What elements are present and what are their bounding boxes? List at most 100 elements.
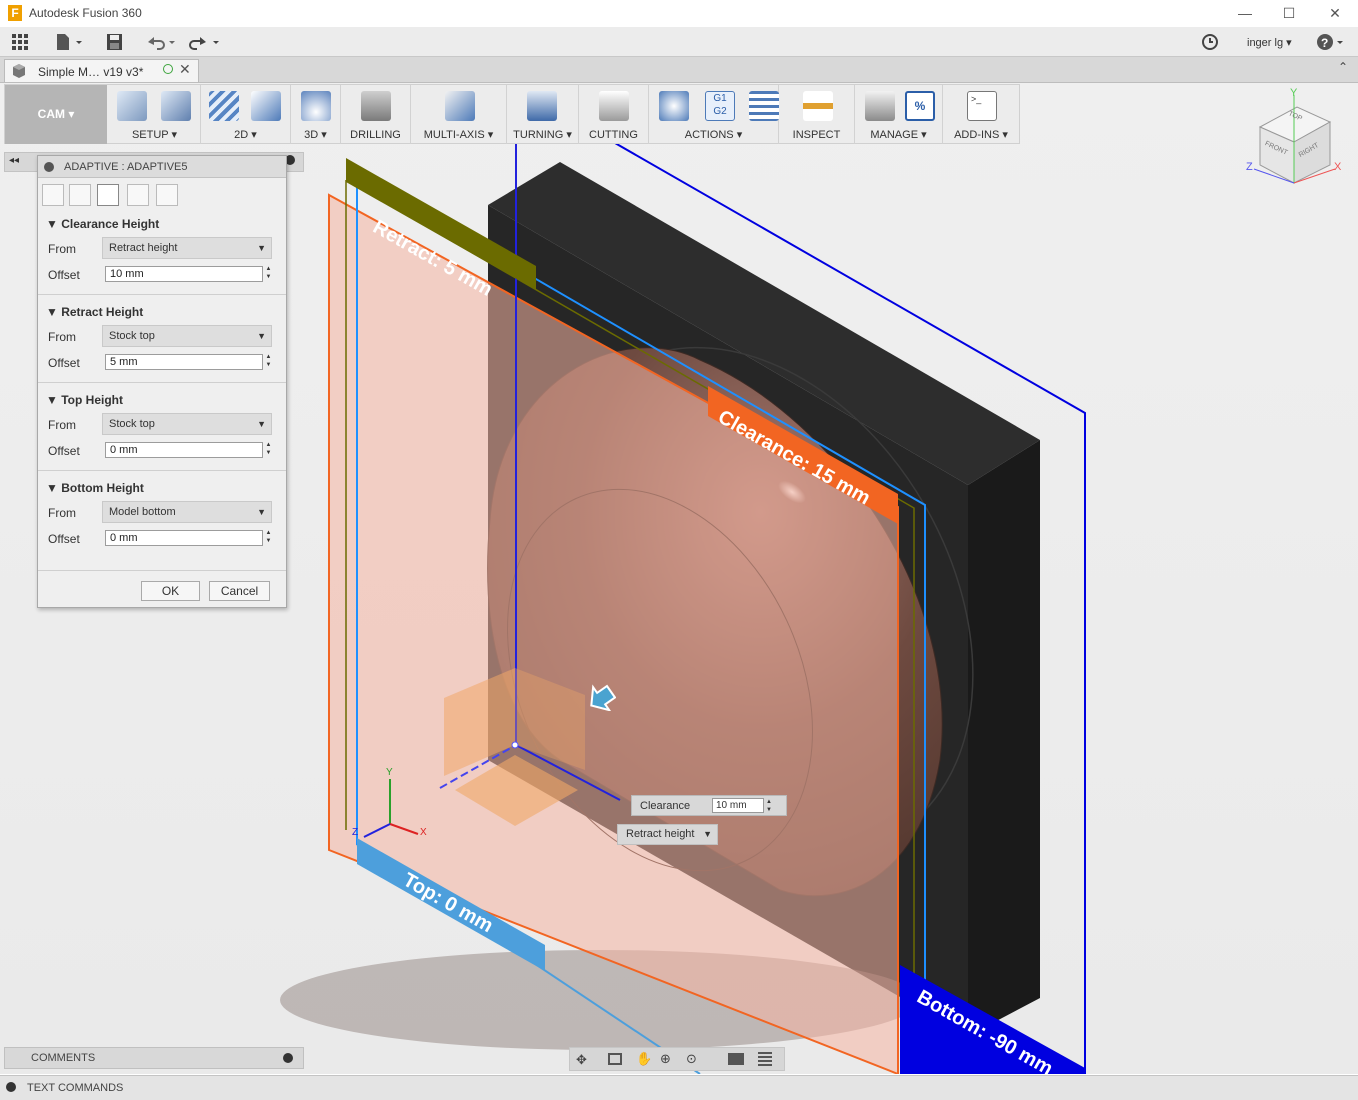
clearance-offset-input[interactable]: 10 mm bbox=[105, 266, 263, 282]
measure-icon[interactable] bbox=[803, 91, 833, 121]
top-offset-spinner[interactable]: ▲ ▼ bbox=[264, 441, 273, 459]
viewcube[interactable]: TOP FRONT RIGHT Y X Z bbox=[1242, 87, 1346, 191]
cutting-label[interactable]: CUTTING bbox=[579, 129, 648, 141]
pan-hand-icon[interactable]: ✋ bbox=[636, 1051, 652, 1067]
add-ins-label[interactable]: ADD-INS ▾ bbox=[943, 128, 1019, 141]
dialog-collapse-icon[interactable] bbox=[44, 162, 54, 172]
tab-geometry[interactable] bbox=[69, 184, 91, 206]
text-commands-bar[interactable]: TEXT COMMANDS bbox=[0, 1075, 1358, 1100]
3d-label[interactable]: 3D ▾ bbox=[291, 128, 340, 141]
workspace-switcher-button[interactable]: CAM ▾ bbox=[5, 85, 107, 144]
clearance-manipulator-input[interactable]: 10 mm bbox=[712, 798, 764, 813]
bottom-offset-spinner[interactable]: ▲ ▼ bbox=[264, 529, 273, 547]
setup-group[interactable]: SETUP ▾ bbox=[109, 85, 201, 144]
multi-axis-icon[interactable] bbox=[445, 91, 475, 121]
dialog-header[interactable]: ADAPTIVE : ADAPTIVE5 bbox=[38, 156, 286, 178]
2d-group[interactable]: 2D ▾ bbox=[201, 85, 291, 144]
turning-group[interactable]: TURNING ▾ bbox=[507, 85, 579, 144]
tab-heights[interactable] bbox=[97, 184, 119, 206]
bottom-from-select[interactable]: Model bottom ▼ bbox=[102, 501, 272, 523]
file-menu-icon[interactable] bbox=[54, 33, 84, 51]
3d-group[interactable]: 3D ▾ bbox=[291, 85, 341, 144]
post-process-icon[interactable]: G1 G2 bbox=[705, 91, 735, 121]
multi-axis-label[interactable]: MULTI-AXIS ▾ bbox=[411, 128, 506, 141]
retract-offset-input[interactable]: 5 mm bbox=[105, 354, 263, 370]
3d-adaptive-icon[interactable] bbox=[301, 91, 331, 121]
tab-passes[interactable] bbox=[127, 184, 149, 206]
bottom-offset-input[interactable]: 0 mm bbox=[105, 530, 263, 546]
clearance-from-manipulator-select[interactable]: Retract height ▼ bbox=[617, 824, 718, 845]
grid-settings-icon[interactable] bbox=[758, 1052, 772, 1066]
clearance-manipulator-spinner[interactable]: ▲ ▼ bbox=[766, 798, 772, 814]
maximize-button[interactable]: ☐ bbox=[1266, 3, 1312, 23]
close-tab-icon[interactable]: ✕ bbox=[179, 61, 191, 78]
new-folder-icon[interactable] bbox=[161, 91, 191, 121]
data-panel-grid-icon[interactable] bbox=[10, 33, 30, 51]
2d-label[interactable]: 2D ▾ bbox=[201, 128, 290, 141]
setup-sheet-icon[interactable] bbox=[749, 91, 779, 121]
top-from-select[interactable]: Stock top ▼ bbox=[102, 413, 272, 435]
app-title: Autodesk Fusion 360 bbox=[29, 6, 142, 20]
add-comment-icon[interactable] bbox=[283, 1053, 293, 1063]
document-tab[interactable]: Simple M… v19 v3* ✕ bbox=[4, 59, 199, 82]
actions-label[interactable]: ACTIONS ▾ bbox=[649, 128, 778, 141]
expand-text-commands-icon[interactable] bbox=[6, 1082, 16, 1092]
retract-from-select[interactable]: Stock top ▼ bbox=[102, 325, 272, 347]
turning-label[interactable]: TURNING ▾ bbox=[507, 128, 578, 141]
actions-group[interactable]: G1 G2 ACTIONS ▾ bbox=[649, 85, 779, 144]
display-settings-icon[interactable] bbox=[728, 1053, 744, 1065]
clearance-height-section[interactable]: ▼ Clearance Height bbox=[46, 217, 159, 231]
minimize-button[interactable]: — bbox=[1222, 3, 1268, 23]
setup-label[interactable]: SETUP ▾ bbox=[109, 128, 200, 141]
help-icon[interactable]: ? bbox=[1316, 33, 1346, 51]
clearance-offset-spinner[interactable]: ▲ ▼ bbox=[264, 265, 273, 283]
cutting-group[interactable]: CUTTING bbox=[579, 85, 649, 144]
drilling-group[interactable]: DRILLING bbox=[341, 85, 411, 144]
look-at-icon[interactable] bbox=[608, 1053, 622, 1065]
inspect-label[interactable]: INSPECT bbox=[779, 129, 854, 141]
retract-from-label: From bbox=[48, 330, 76, 344]
top-offset-input[interactable]: 0 mm bbox=[105, 442, 263, 458]
ok-button[interactable]: OK bbox=[141, 581, 200, 601]
redo-icon[interactable] bbox=[188, 33, 222, 51]
comments-panel[interactable]: COMMENTS bbox=[4, 1047, 304, 1069]
2d-adaptive-icon[interactable] bbox=[209, 91, 239, 121]
clearance-from-select[interactable]: Retract height ▼ bbox=[102, 237, 272, 259]
save-icon[interactable] bbox=[104, 33, 124, 51]
collapse-browser-icon[interactable]: ◂◂ bbox=[9, 155, 19, 166]
drilling-label[interactable]: DRILLING bbox=[341, 129, 410, 141]
orbit-icon[interactable]: ✥ bbox=[576, 1052, 587, 1068]
document-tab-title: Simple M… v19 v3* bbox=[38, 65, 144, 79]
manage-group[interactable]: % MANAGE ▾ bbox=[855, 85, 943, 144]
triad-y-label: Y bbox=[386, 767, 393, 778]
new-setup-icon[interactable] bbox=[117, 91, 147, 121]
scripts-addins-icon[interactable]: >_ bbox=[967, 91, 997, 121]
top-height-section[interactable]: ▼ Top Height bbox=[46, 393, 123, 407]
manage-label[interactable]: MANAGE ▾ bbox=[855, 128, 942, 141]
add-ins-group[interactable]: >_ ADD-INS ▾ bbox=[943, 85, 1019, 144]
retract-offset-spinner[interactable]: ▲ ▼ bbox=[264, 353, 273, 371]
tab-linking[interactable] bbox=[156, 184, 178, 206]
user-account-menu[interactable]: inger lg ▾ bbox=[1247, 36, 1292, 49]
close-window-button[interactable]: ✕ bbox=[1312, 3, 1358, 23]
drill-icon[interactable] bbox=[361, 91, 391, 121]
height-drag-arrow-icon[interactable] bbox=[584, 681, 617, 714]
zoom-icon[interactable]: ⊕ bbox=[660, 1051, 671, 1067]
collapse-tabs-chevron-icon[interactable]: ⌃ bbox=[1338, 60, 1348, 74]
fit-zoom-icon[interactable]: ⊙ bbox=[686, 1051, 697, 1067]
turning-icon[interactable] bbox=[527, 91, 557, 121]
simulate-icon[interactable] bbox=[659, 91, 689, 121]
cutting-icon[interactable] bbox=[599, 91, 629, 121]
inspect-group[interactable]: INSPECT bbox=[779, 85, 855, 144]
undo-icon[interactable] bbox=[144, 33, 178, 51]
bottom-height-section[interactable]: ▼ Bottom Height bbox=[46, 481, 144, 495]
title-bar: F Autodesk Fusion 360 — ☐ ✕ bbox=[0, 0, 1358, 27]
2d-pocket-icon[interactable] bbox=[251, 91, 281, 121]
template-library-icon[interactable]: % bbox=[905, 91, 935, 121]
cancel-button[interactable]: Cancel bbox=[209, 581, 270, 601]
tool-library-icon[interactable] bbox=[865, 91, 895, 121]
job-status-clock-icon[interactable] bbox=[1200, 33, 1220, 51]
retract-height-section[interactable]: ▼ Retract Height bbox=[46, 305, 143, 319]
multi-axis-group[interactable]: MULTI-AXIS ▾ bbox=[411, 85, 507, 144]
tab-tool[interactable] bbox=[42, 184, 64, 206]
